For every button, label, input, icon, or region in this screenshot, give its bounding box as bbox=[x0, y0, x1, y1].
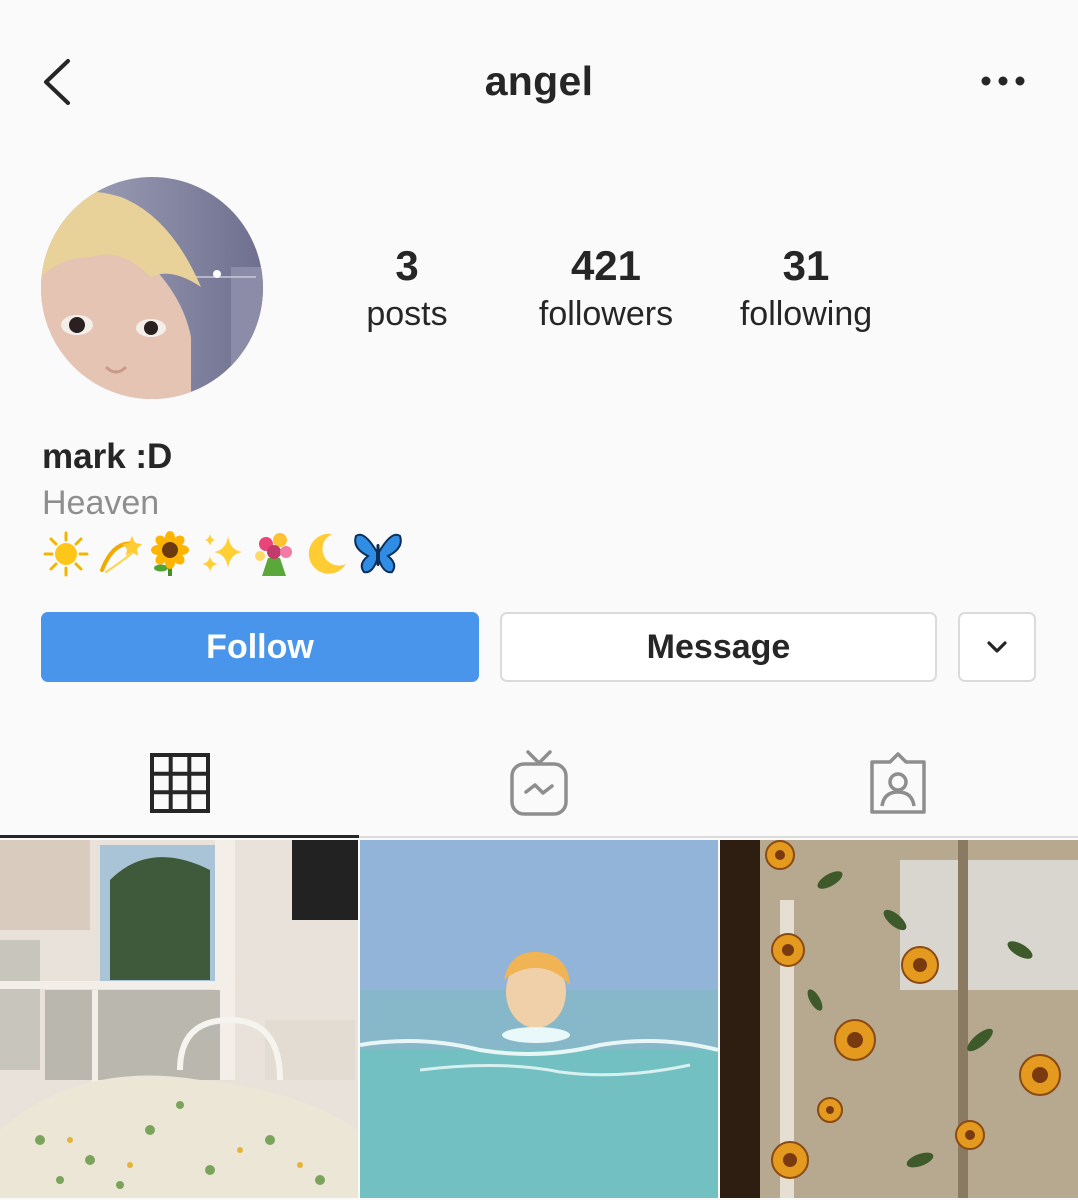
posts-count: 3 bbox=[395, 242, 419, 289]
message-button[interactable]: Message bbox=[500, 612, 937, 682]
grid-icon bbox=[149, 752, 210, 813]
posts-stat[interactable]: 3 posts bbox=[297, 240, 517, 336]
followers-label: followers bbox=[538, 295, 674, 333]
suggested-accounts-dropdown-button[interactable] bbox=[958, 612, 1036, 682]
following-count: 31 bbox=[782, 242, 830, 289]
followers-stat[interactable]: 421 followers bbox=[496, 240, 716, 336]
profile-display-name: mark :D bbox=[42, 437, 173, 476]
bouquet-icon bbox=[255, 533, 292, 576]
bio-emoji-row bbox=[42, 530, 402, 578]
tab-tagged[interactable] bbox=[718, 730, 1077, 838]
post-grid bbox=[0, 840, 1078, 1200]
page-title: angel bbox=[484, 58, 594, 104]
tagged-icon bbox=[869, 752, 926, 814]
tab-igtv[interactable] bbox=[359, 730, 718, 838]
more-options-button[interactable] bbox=[978, 66, 1028, 96]
posts-label: posts bbox=[366, 295, 448, 333]
profile-tabs bbox=[0, 730, 1078, 838]
igtv-icon bbox=[509, 750, 568, 816]
post-thumbnail[interactable] bbox=[0, 840, 358, 1198]
profile-category: Heaven bbox=[42, 484, 160, 522]
post-thumbnail[interactable] bbox=[360, 840, 718, 1198]
following-stat[interactable]: 31 following bbox=[696, 240, 916, 336]
ellipsis-icon bbox=[981, 76, 1025, 86]
dizzy-icon bbox=[100, 536, 142, 573]
sun-icon bbox=[43, 531, 89, 577]
chevron-down-icon bbox=[987, 641, 1007, 653]
sparkles-icon bbox=[202, 534, 242, 572]
tab-grid[interactable] bbox=[0, 730, 359, 838]
sunflower-icon bbox=[151, 531, 189, 576]
top-nav-bar: angel bbox=[0, 0, 1078, 160]
butterfly-icon bbox=[354, 533, 402, 574]
post-thumbnail[interactable] bbox=[720, 840, 1078, 1198]
followers-count: 421 bbox=[570, 242, 642, 289]
profile-stats: 3 posts 421 followers 31 following bbox=[0, 240, 1078, 340]
crescent-moon-icon bbox=[308, 533, 346, 574]
following-label: following bbox=[739, 295, 873, 333]
follow-button[interactable]: Follow bbox=[41, 612, 479, 682]
